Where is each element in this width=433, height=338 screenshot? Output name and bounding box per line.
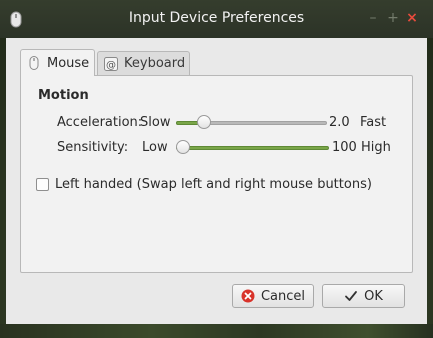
check-icon bbox=[345, 291, 358, 301]
cancel-icon bbox=[241, 289, 255, 303]
sensitivity-track bbox=[176, 146, 329, 150]
cancel-button[interactable]: Cancel bbox=[232, 284, 314, 308]
tab-mouse-label: Mouse bbox=[47, 55, 90, 71]
motion-heading: Motion bbox=[38, 88, 89, 103]
sensitivity-knob[interactable] bbox=[176, 140, 190, 154]
sensitivity-max-label: High bbox=[361, 140, 391, 155]
desktop-background bbox=[0, 324, 433, 338]
maximize-button[interactable]: + bbox=[386, 11, 400, 25]
close-button[interactable]: × bbox=[405, 11, 419, 25]
acceleration-knob[interactable] bbox=[196, 115, 211, 129]
acceleration-value: 2.0 bbox=[329, 115, 350, 130]
mouse-icon bbox=[29, 56, 39, 70]
acceleration-max-label: Fast bbox=[360, 115, 387, 130]
ok-label: OK bbox=[364, 288, 383, 304]
keyboard-icon: @ bbox=[104, 56, 118, 71]
left-handed-label[interactable]: Left handed (Swap left and right mouse b… bbox=[55, 177, 372, 192]
dialog-content: Mouse @ Keyboard Motion Acceleration: Sl… bbox=[6, 38, 427, 324]
acceleration-slider[interactable] bbox=[176, 115, 327, 131]
cancel-label: Cancel bbox=[260, 288, 306, 304]
preferences-window: Input Device Preferences – + × Mouse @ K… bbox=[0, 0, 433, 338]
tab-mouse[interactable]: Mouse bbox=[20, 49, 95, 76]
sensitivity-slider[interactable] bbox=[176, 140, 329, 156]
sensitivity-min-label: Low bbox=[142, 140, 168, 155]
tab-keyboard[interactable]: @ Keyboard bbox=[97, 51, 190, 75]
mouse-tab-panel: Motion Acceleration: Slow 2.0 Fast Sensi… bbox=[20, 75, 413, 273]
minimize-button[interactable]: – bbox=[366, 11, 380, 25]
tab-keyboard-label: Keyboard bbox=[124, 56, 186, 71]
acceleration-min-label: Slow bbox=[140, 115, 171, 130]
sensitivity-value: 100 bbox=[332, 140, 357, 155]
title-bar[interactable]: Input Device Preferences – + × bbox=[0, 0, 433, 38]
sensitivity-label: Sensitivity: bbox=[57, 140, 129, 155]
ok-button[interactable]: OK bbox=[322, 284, 405, 308]
svg-text:@: @ bbox=[106, 60, 116, 71]
left-handed-checkbox[interactable] bbox=[36, 178, 49, 191]
acceleration-label: Acceleration: bbox=[57, 115, 143, 130]
